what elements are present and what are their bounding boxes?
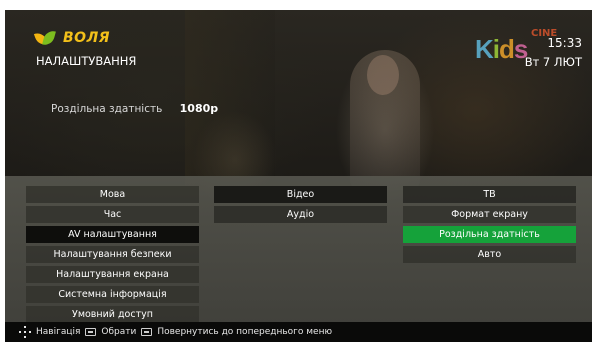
page-title: НАЛАШТУВАННЯ — [36, 54, 137, 68]
main-menu: Мова Час AV налаштування Налаштування бе… — [26, 186, 199, 326]
option-auto[interactable]: Авто — [403, 246, 576, 263]
option-tv[interactable]: ТВ — [403, 186, 576, 203]
submenu-item-video[interactable]: Відео — [214, 186, 387, 203]
footer-back-label: Повернутись до попереднього меню — [157, 327, 333, 337]
menu-item-time[interactable]: Час — [26, 206, 199, 223]
submenu-item-audio[interactable]: Аудіо — [214, 206, 387, 223]
options-menu: ТВ Формат екрану Роздільна здатність Авт… — [403, 186, 576, 266]
provider-name: ВОЛЯ — [63, 30, 110, 46]
current-setting-label: Роздільна здатність — [51, 103, 163, 115]
menu-item-language[interactable]: Мова — [26, 186, 199, 203]
tv-screen: ВОЛЯ НАЛАШТУВАННЯ Kids CINE 15:33 Вт 7 Л… — [5, 10, 592, 342]
clock: 15:33 — [547, 36, 582, 50]
background-figure-head — [367, 55, 399, 95]
option-screen-format[interactable]: Формат екрану — [403, 206, 576, 223]
background-curtain — [185, 10, 275, 190]
menu-item-security-settings[interactable]: Налаштування безпеки — [26, 246, 199, 263]
menu-item-system-info[interactable]: Системна інформація — [26, 286, 199, 303]
ok-key-icon — [85, 328, 97, 336]
option-resolution[interactable]: Роздільна здатність — [403, 226, 576, 243]
provider-logo: ВОЛЯ — [33, 28, 110, 48]
date: Вт 7 ЛЮТ — [524, 55, 582, 69]
back-key-icon — [141, 328, 153, 336]
menu-item-conditional-access[interactable]: Умовний доступ — [26, 306, 199, 323]
current-setting-info: Роздільна здатність 1080p — [51, 102, 218, 115]
provider-leaf-icon — [33, 28, 58, 48]
menu-item-av-settings[interactable]: AV налаштування — [26, 226, 199, 243]
footer-select-label: Обрати — [101, 327, 137, 337]
footer-navigation-label: Навігація — [36, 327, 81, 337]
dpad-icon — [19, 326, 31, 338]
current-setting-value: 1080p — [179, 102, 219, 115]
footer-help-bar: Навігація Обрати Повернутись до попередн… — [5, 322, 592, 342]
menu-item-screen-settings[interactable]: Налаштування екрана — [26, 266, 199, 283]
sub-menu: Відео Аудіо — [214, 186, 387, 226]
